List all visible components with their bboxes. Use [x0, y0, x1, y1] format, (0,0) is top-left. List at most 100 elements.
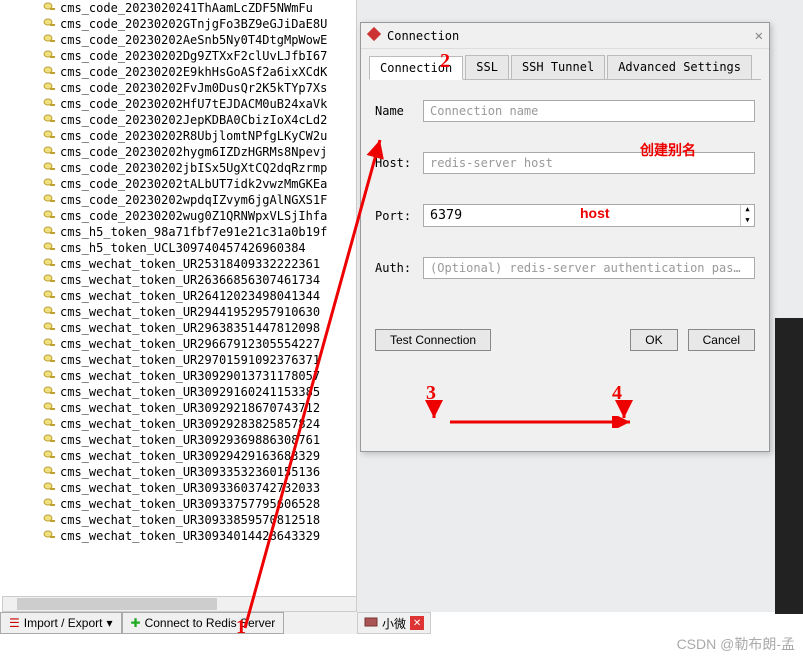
tree-item[interactable]: cms_code_20230202GTnjgFo3BZ9eGJiDaE8U [0, 16, 356, 32]
ok-button[interactable]: OK [630, 329, 677, 351]
key-icon [42, 80, 58, 96]
tree-item[interactable]: cms_wechat_token_UR29701591092376371 [0, 352, 356, 368]
tree-item-label: cms_h5_token_UCL309740457426960384 [60, 241, 306, 255]
tree-item[interactable]: cms_code_20230202jbISx5UgXtCQ2dqRzrmp [0, 160, 356, 176]
tree-item[interactable]: cms_code_20230202FvJm0DusQr2K5kTYp7Xs [0, 80, 356, 96]
tree-item-label: cms_code_20230202AeSnb5Ny0T4DtgMpWowE [60, 33, 327, 47]
key-icon [42, 528, 58, 544]
tree-item[interactable]: cms_h5_token_UCL309740457426960384 [0, 240, 356, 256]
watermark: CSDN @勒布朗-孟 [677, 634, 795, 654]
tree-item[interactable]: cms_wechat_token_UR30929429163683329 [0, 448, 356, 464]
connect-label: Connect to Redis Server [145, 616, 276, 630]
tree-item-label: cms_wechat_token_UR29667912305554227 [60, 337, 320, 351]
cancel-button[interactable]: Cancel [688, 329, 755, 351]
tree-item-label: cms_wechat_token_UR30929369886308761 [60, 433, 320, 447]
tab-ssl[interactable]: SSL [465, 55, 509, 79]
name-input[interactable] [423, 100, 755, 122]
tree-item-label: cms_code_20230202wpdqIZvym6jgAlNGXS1F [60, 193, 327, 207]
tree-item[interactable]: cms_wechat_token_UR30933859570812518 [0, 512, 356, 528]
tree-item-label: cms_code_20230202HfU7tEJDACM0uB24xaVk [60, 97, 327, 111]
tree-item-label: cms_wechat_token_UR26366856307461734 [60, 273, 320, 287]
hamburger-icon: ☰ [9, 616, 20, 630]
tree-item-label: cms_code_20230202E9khHsGoASf2a6ixXCdK [60, 65, 327, 79]
tree-item[interactable]: cms_code_20230202hygm6IZDzHGRMs8Npevj [0, 144, 356, 160]
key-icon [42, 448, 58, 464]
tree-item-label: cms_wechat_token_UR30929218670743712 [60, 401, 320, 415]
tree-item[interactable]: cms_code_20230202AeSnb5Ny0T4DtgMpWowE [0, 32, 356, 48]
close-status-icon[interactable]: ✕ [410, 616, 424, 630]
spinner-down-icon[interactable]: ▼ [741, 216, 754, 227]
tree-item[interactable]: cms_code_20230202R8UbjlomtNPfgLKyCW2u [0, 128, 356, 144]
dialog-title: Connection [387, 29, 459, 43]
tree-item[interactable]: cms_code_20230202wug0Z1QRNWpxVLSjIhfa [0, 208, 356, 224]
tree-item[interactable]: cms_wechat_token_UR29638351447812098 [0, 320, 356, 336]
tab-ssh-tunnel[interactable]: SSH Tunnel [511, 55, 605, 79]
tree-item[interactable]: cms_wechat_token_UR30934014428643329 [0, 528, 356, 544]
tree-item-label: cms_wechat_token_UR30934014428643329 [60, 529, 320, 543]
tab-advanced-settings[interactable]: Advanced Settings [607, 55, 752, 79]
key-icon [42, 48, 58, 64]
key-icon [42, 176, 58, 192]
tree-item[interactable]: cms_wechat_token_UR30929283825857824 [0, 416, 356, 432]
tree-item[interactable]: cms_wechat_token_UR30929160241153385 [0, 384, 356, 400]
tree-item[interactable]: cms_code_20230202E9khHsGoASf2a6ixXCdK [0, 64, 356, 80]
tree-item[interactable]: cms_code_20230202JepKDBA0CbizIoX4cLd2 [0, 112, 356, 128]
host-input[interactable] [423, 152, 755, 174]
tree-item-label: cms_wechat_token_UR30929013731178057 [60, 369, 320, 383]
port-input[interactable] [424, 205, 740, 226]
close-icon[interactable]: ✕ [755, 28, 763, 44]
tree-item-label: cms_wechat_token_UR25318409332222361 [60, 257, 320, 271]
tree-item-label: cms_wechat_token_UR30929160241153385 [60, 385, 320, 399]
spinner-up-icon[interactable]: ▲ [741, 205, 754, 216]
key-icon [42, 96, 58, 112]
key-tree[interactable]: cms_code_2023020241ThAamLcZDF5NWmFucms_c… [0, 0, 357, 614]
tree-item[interactable]: cms_h5_token_98a71fbf7e91e21c31a0b19f [0, 224, 356, 240]
tree-item[interactable]: cms_wechat_token_UR26366856307461734 [0, 272, 356, 288]
tree-item[interactable]: cms_code_20230202HfU7tEJDACM0uB24xaVk [0, 96, 356, 112]
tree-item[interactable]: cms_wechat_token_UR30933757795606528 [0, 496, 356, 512]
tree-item[interactable]: cms_wechat_token_UR30929218670743712 [0, 400, 356, 416]
tree-item[interactable]: cms_wechat_token_UR29441952957910630 [0, 304, 356, 320]
tree-item-label: cms_wechat_token_UR30933532360155136 [60, 465, 320, 479]
test-connection-button[interactable]: Test Connection [375, 329, 491, 351]
tree-item-label: cms_code_20230202JepKDBA0CbizIoX4cLd2 [60, 113, 327, 127]
key-icon [42, 320, 58, 336]
connect-button[interactable]: ✚ Connect to Redis Server [122, 612, 285, 634]
tree-item-label: cms_wechat_token_UR30929283825857824 [60, 417, 320, 431]
tree-item[interactable]: cms_code_20230202Dg9ZTXxF2clUvLJfbI67 [0, 48, 356, 64]
port-spinner[interactable]: ▲ ▼ [740, 205, 754, 226]
tree-item-label: cms_code_20230202hygm6IZDzHGRMs8Npevj [60, 145, 327, 159]
tree-item[interactable]: cms_code_2023020241ThAamLcZDF5NWmFu [0, 0, 356, 16]
tree-item[interactable]: cms_wechat_token_UR25318409332222361 [0, 256, 356, 272]
key-icon [42, 432, 58, 448]
tree-item-label: cms_code_20230202wug0Z1QRNWpxVLSjIhfa [60, 209, 327, 223]
import-export-button[interactable]: ☰ Import / Export ▾ [0, 612, 122, 634]
tree-item[interactable]: cms_code_20230202tALbUT7idk2vwzMmGKEa [0, 176, 356, 192]
tree-item[interactable]: cms_code_20230202wpdqIZvym6jgAlNGXS1F [0, 192, 356, 208]
tree-item-label: cms_wechat_token_UR29441952957910630 [60, 305, 320, 319]
app-icon [367, 27, 381, 44]
tree-item[interactable]: cms_wechat_token_UR30933603742732033 [0, 480, 356, 496]
key-icon [42, 496, 58, 512]
tree-item[interactable]: cms_wechat_token_UR26412023498041344 [0, 288, 356, 304]
key-icon [42, 160, 58, 176]
port-label: Port: [375, 209, 423, 223]
key-icon [42, 480, 58, 496]
tree-item-label: cms_code_20230202Dg9ZTXxF2clUvLJfbI67 [60, 49, 327, 63]
key-icon [42, 64, 58, 80]
auth-input[interactable] [423, 257, 755, 279]
key-icon [42, 144, 58, 160]
tree-item[interactable]: cms_wechat_token_UR30929013731178057 [0, 368, 356, 384]
key-icon [42, 112, 58, 128]
horizontal-scrollbar[interactable] [2, 596, 357, 612]
host-label: Host: [375, 156, 423, 170]
key-icon [42, 368, 58, 384]
key-icon [42, 352, 58, 368]
tab-connection[interactable]: Connection [369, 56, 463, 80]
tree-item-label: cms_wechat_token_UR30933757795606528 [60, 497, 320, 511]
tree-item[interactable]: cms_wechat_token_UR30933532360155136 [0, 464, 356, 480]
tree-item[interactable]: cms_wechat_token_UR30929369886308761 [0, 432, 356, 448]
auth-label: Auth: [375, 261, 423, 275]
key-icon [42, 512, 58, 528]
tree-item[interactable]: cms_wechat_token_UR29667912305554227 [0, 336, 356, 352]
